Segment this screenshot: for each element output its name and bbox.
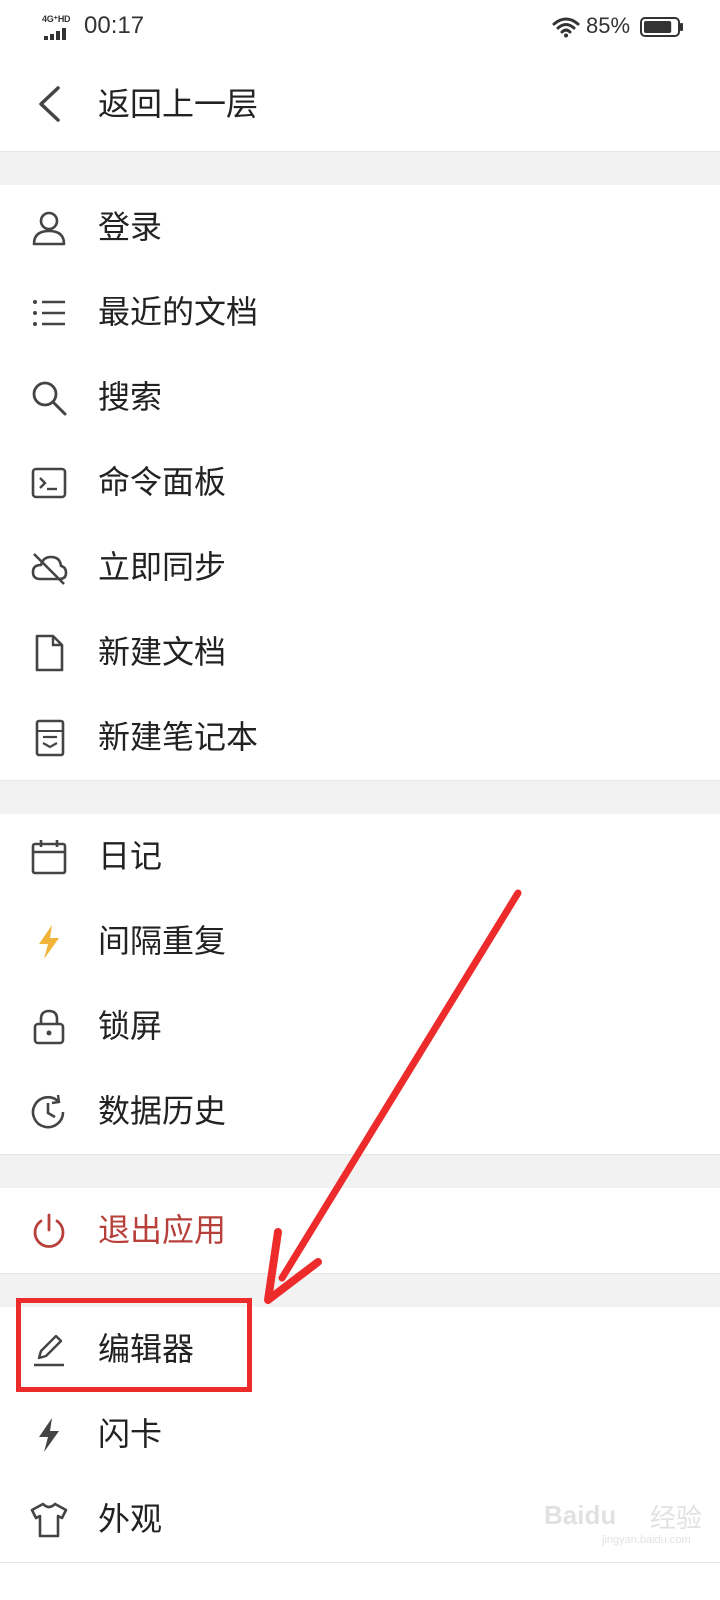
notebook-icon xyxy=(35,719,65,757)
menu-item-label: 新建笔记本 xyxy=(98,718,259,756)
menu-item-command-palette[interactable]: 命令面板 xyxy=(0,440,720,526)
section-divider xyxy=(0,780,720,814)
menu-item-spaced-repetition[interactable]: 间隔重复 xyxy=(0,899,720,985)
menu-item-label: 退出应用 xyxy=(98,1211,227,1249)
status-bar: 4G⁺HD 00:17 85% xyxy=(0,0,720,56)
history-icon xyxy=(31,1094,65,1129)
network-indicator: 4G⁺HD xyxy=(42,14,76,40)
menu-item-search[interactable]: 搜索 xyxy=(0,355,720,441)
battery-percent: 85% xyxy=(586,13,631,38)
network-type: 4G⁺HD xyxy=(42,14,71,24)
search-icon xyxy=(32,381,67,416)
menu-item-label: 最近的文档 xyxy=(98,293,259,331)
watermark-brand: Baidu xyxy=(544,1500,617,1530)
back-header[interactable]: 返回上一层 xyxy=(0,56,720,152)
power-icon xyxy=(33,1213,65,1248)
menu-item-label: 搜索 xyxy=(98,378,163,416)
menu-item-new-document[interactable]: 新建文档 xyxy=(0,610,720,696)
list-icon xyxy=(33,300,65,326)
menu-item-label: 命令面板 xyxy=(98,463,227,501)
baidu-watermark: Baidu 经验 jingyan.baidu.com xyxy=(540,1494,710,1554)
section-divider xyxy=(0,1154,720,1188)
menu-item-daily-note[interactable]: 日记 xyxy=(0,814,720,900)
menu-item-label: 闪卡 xyxy=(98,1415,163,1453)
file-icon xyxy=(35,634,64,672)
menu-item-label: 外观 xyxy=(98,1500,163,1538)
menu-item-label: 数据历史 xyxy=(98,1092,227,1130)
menu-item-data-history[interactable]: 数据历史 xyxy=(0,1069,720,1155)
wifi-icon xyxy=(552,17,580,38)
menu-item-flashcards[interactable]: 闪卡 xyxy=(0,1392,720,1478)
tshirt-icon xyxy=(30,1502,68,1538)
section-divider xyxy=(0,152,720,185)
watermark-url: jingyan.baidu.com xyxy=(602,1534,691,1546)
lightning-icon xyxy=(39,925,59,959)
menu-item-exit-app[interactable]: 退出应用 xyxy=(0,1188,720,1274)
menu-item-label: 登录 xyxy=(98,208,163,246)
watermark-brand-cn: 经验 xyxy=(650,1504,703,1534)
lightning-icon xyxy=(39,1418,59,1452)
signal-icon xyxy=(44,28,66,40)
menu-item-label: 日记 xyxy=(98,837,163,875)
highlight-annotation xyxy=(16,1298,252,1392)
lock-icon xyxy=(33,1009,65,1045)
clock: 00:17 xyxy=(84,12,145,39)
menu-item-label: 立即同步 xyxy=(98,548,227,586)
menu-item-new-notebook[interactable]: 新建笔记本 xyxy=(0,695,720,781)
menu-item-recent-docs[interactable]: 最近的文档 xyxy=(0,270,720,356)
battery-icon xyxy=(640,17,683,37)
terminal-icon xyxy=(31,467,67,499)
user-icon xyxy=(32,211,66,246)
menu-item-label: 锁屏 xyxy=(98,1007,163,1045)
menu-item-login[interactable]: 登录 xyxy=(0,185,720,271)
calendar-icon xyxy=(31,840,67,875)
cloud-off-icon xyxy=(31,553,68,585)
back-label[interactable]: 返回上一层 xyxy=(98,82,258,126)
menu-item-lock-screen[interactable]: 锁屏 xyxy=(0,984,720,1070)
chevron-left-icon[interactable] xyxy=(34,85,64,123)
menu-item-sync-now[interactable]: 立即同步 xyxy=(0,525,720,611)
menu-item-label: 间隔重复 xyxy=(98,922,227,960)
menu-item-label: 新建文档 xyxy=(98,633,227,671)
